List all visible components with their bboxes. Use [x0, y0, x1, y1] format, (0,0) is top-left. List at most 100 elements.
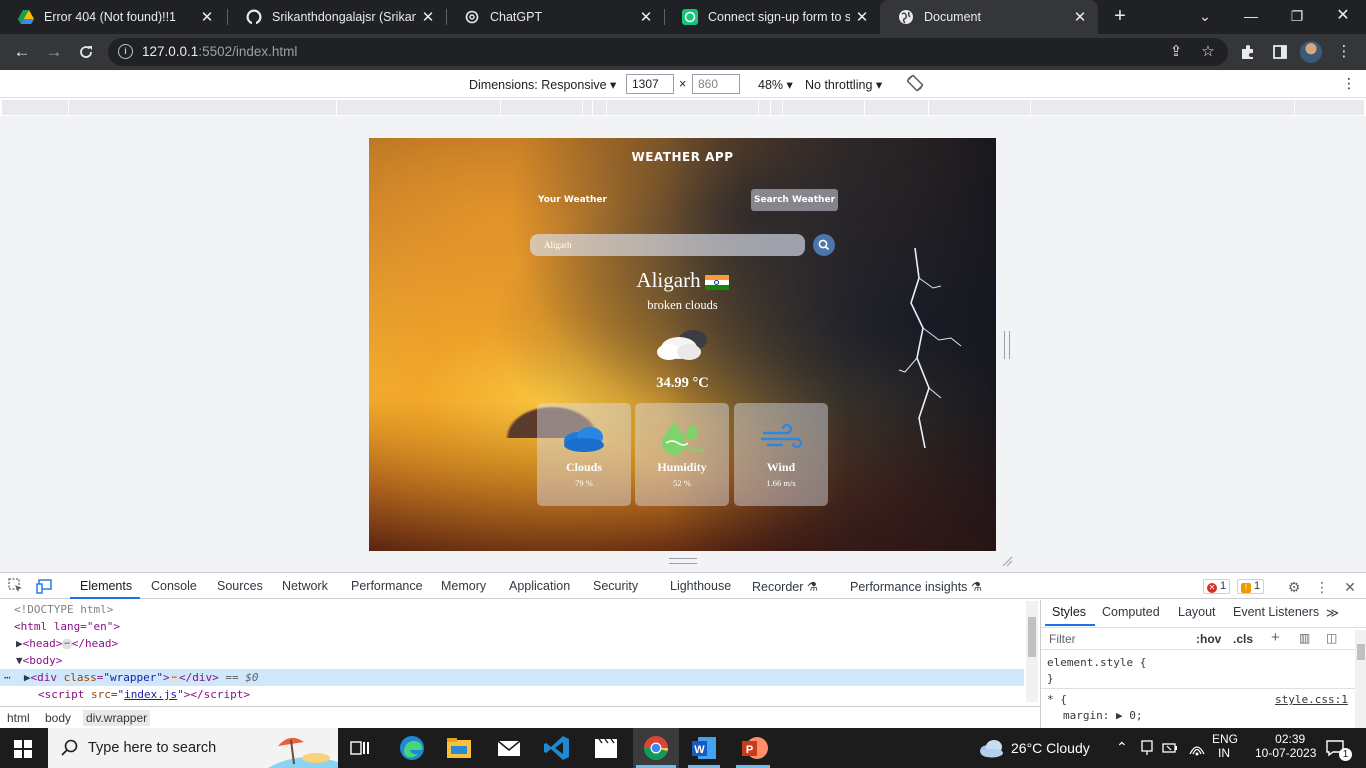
devtools-tab-network[interactable]: Network: [282, 579, 328, 593]
word-icon[interactable]: W: [690, 734, 718, 762]
paint-brush-icon[interactable]: ▥: [1299, 631, 1310, 645]
device-toggle-icon[interactable]: [35, 578, 53, 596]
viewport-resize-handle-bottom[interactable]: [669, 558, 697, 564]
devtools-tab-sources[interactable]: Sources: [217, 579, 263, 593]
universal-selector-rule[interactable]: * {: [1047, 693, 1067, 706]
tab-github[interactable]: Srikanthdongalajsr (Srikanth ✕: [228, 0, 446, 34]
reload-button[interactable]: [74, 40, 98, 64]
styles-scrollbar[interactable]: [1355, 630, 1366, 728]
close-icon[interactable]: ✕: [1068, 8, 1092, 26]
margin-declaration[interactable]: margin: ▶ 0;: [1063, 709, 1142, 722]
share-icon[interactable]: ⇪: [1166, 42, 1186, 62]
close-icon[interactable]: ✕: [195, 8, 219, 26]
extensions-icon[interactable]: [1238, 42, 1258, 62]
side-panel-icon[interactable]: [1270, 42, 1290, 62]
devtools-tab-performance-insights[interactable]: Performance insights ⚗: [850, 579, 982, 594]
clock[interactable]: 02:39 10-07-2023: [1255, 732, 1316, 760]
wifi-icon[interactable]: [1188, 740, 1206, 756]
network-adapter-icon[interactable]: [1140, 740, 1154, 756]
breadcrumb-body[interactable]: body: [45, 711, 71, 725]
taskbar-search-box[interactable]: Type here to search: [48, 728, 338, 768]
element-style-rule[interactable]: element.style {: [1047, 656, 1146, 669]
battery-plug-icon[interactable]: [1162, 740, 1180, 756]
devtools-tab-recorder[interactable]: Recorder ⚗: [752, 579, 818, 594]
browser-menu-icon[interactable]: ⋮: [1334, 42, 1354, 62]
profile-avatar[interactable]: [1300, 41, 1322, 63]
search-button[interactable]: [813, 234, 835, 256]
cls-toggle[interactable]: .cls: [1233, 632, 1253, 646]
viewport-resize-handle-right[interactable]: [1004, 331, 1010, 359]
new-style-rule-icon[interactable]: +: [1271, 629, 1280, 646]
throttling-dropdown[interactable]: No throttling ▾: [805, 77, 882, 92]
height-input[interactable]: 860: [692, 74, 740, 94]
settings-gear-icon[interactable]: ⚙: [1285, 578, 1303, 596]
elements-tree[interactable]: <!DOCTYPE html> <html lang="en"> ▶<head>…: [0, 600, 1024, 705]
powerpoint-icon[interactable]: P: [740, 734, 768, 762]
toggle-sidebar-icon[interactable]: ◫: [1326, 631, 1337, 645]
html-open-line[interactable]: <html lang="en">: [0, 618, 1024, 635]
your-weather-tab[interactable]: Your Weather: [535, 189, 610, 211]
windows-start-icon[interactable]: [14, 740, 32, 761]
tab-chatgpt[interactable]: ChatGPT ✕: [446, 0, 664, 34]
address-bar[interactable]: i 127.0.0.1:5502/index.html: [108, 38, 1228, 66]
weather-widget[interactable]: 26°C Cloudy: [1011, 740, 1090, 756]
site-info-icon[interactable]: i: [118, 44, 133, 59]
tab-layout[interactable]: Layout: [1178, 605, 1216, 619]
head-line[interactable]: ▶<head> ⋯ </head>: [0, 635, 1024, 652]
city-search-input[interactable]: Aligarh: [530, 234, 805, 256]
file-explorer-icon[interactable]: [445, 734, 473, 762]
devtools-tab-lighthouse[interactable]: Lighthouse: [670, 579, 731, 593]
close-icon[interactable]: ✕: [416, 8, 440, 26]
dimensions-dropdown[interactable]: Dimensions: Responsive ▾: [469, 77, 616, 92]
width-input[interactable]: 1307: [626, 74, 674, 94]
restore-button[interactable]: ❐: [1274, 0, 1320, 34]
styles-filter-input[interactable]: Filter: [1049, 632, 1076, 646]
cloudy-weather-icon[interactable]: [978, 738, 1004, 758]
task-view-icon[interactable]: [350, 738, 370, 758]
edge-icon[interactable]: [398, 734, 426, 762]
warning-count-badge[interactable]: ! 1: [1237, 579, 1265, 594]
close-icon[interactable]: ✕: [634, 8, 658, 26]
hov-toggle[interactable]: :hov: [1196, 632, 1221, 646]
resize-corner-icon[interactable]: [1001, 555, 1013, 567]
search-weather-tab[interactable]: Search Weather: [751, 189, 839, 211]
zoom-dropdown[interactable]: 48% ▾: [758, 77, 793, 92]
devtools-tab-elements[interactable]: Elements: [80, 579, 132, 593]
doctype-line[interactable]: <!DOCTYPE html>: [0, 601, 1024, 618]
devtools-tab-console[interactable]: Console: [151, 579, 197, 593]
breadcrumb-div-wrapper[interactable]: div.wrapper: [83, 710, 151, 726]
close-devtools-icon[interactable]: ✕: [1341, 578, 1359, 596]
elements-scrollbar[interactable]: [1026, 601, 1038, 702]
selected-div-wrapper-line[interactable]: ⋯ ▶<div class="wrapper"> ⋯ </div> == $0: [0, 669, 1024, 686]
tab-event-listeners[interactable]: Event Listeners: [1233, 605, 1319, 619]
vscode-icon[interactable]: [543, 734, 571, 762]
language-indicator[interactable]: ENG IN: [1212, 732, 1238, 760]
forward-button[interactable]: →: [42, 40, 66, 64]
script-line[interactable]: <script src="index.js"></script>: [0, 686, 1024, 703]
breadcrumb-html[interactable]: html: [7, 711, 30, 725]
more-tabs-icon[interactable]: ≫: [1326, 605, 1339, 620]
back-button[interactable]: ←: [10, 40, 34, 64]
bookmark-star-icon[interactable]: ☆: [1198, 42, 1218, 62]
devtools-menu-icon[interactable]: ⋮: [1313, 578, 1331, 596]
media-query-ruler[interactable]: [2, 100, 1364, 115]
devtools-tab-application[interactable]: Application: [509, 579, 570, 593]
mail-icon[interactable]: [495, 734, 523, 762]
tab-error-404[interactable]: Error 404 (Not found)!!1 ✕: [0, 0, 225, 34]
new-tab-button[interactable]: +: [1108, 4, 1132, 28]
tab-computed[interactable]: Computed: [1102, 605, 1160, 619]
devtools-tab-performance[interactable]: Performance: [351, 579, 423, 593]
close-icon[interactable]: ✕: [850, 8, 874, 26]
devtools-tab-security[interactable]: Security: [593, 579, 638, 593]
devtools-tab-memory[interactable]: Memory: [441, 579, 486, 593]
error-count-badge[interactable]: ✕ 1: [1203, 579, 1231, 594]
body-line[interactable]: ▼<body>: [0, 652, 1024, 669]
close-window-button[interactable]: ✕: [1320, 0, 1366, 34]
minimize-button[interactable]: —: [1228, 0, 1274, 34]
tab-search-chevron-icon[interactable]: ⌄: [1182, 0, 1228, 34]
tab-styles[interactable]: Styles: [1052, 605, 1086, 619]
inspect-element-icon[interactable]: [7, 578, 25, 596]
rotate-icon[interactable]: [906, 74, 924, 95]
tab-document[interactable]: Document ✕: [880, 0, 1098, 34]
video-editor-icon[interactable]: [592, 734, 620, 762]
